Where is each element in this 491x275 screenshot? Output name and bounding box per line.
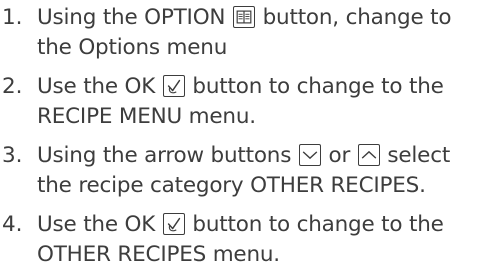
step-text: Use the OK xyxy=(37,212,162,237)
book-icon xyxy=(232,6,255,28)
arrow-up-icon xyxy=(357,144,380,166)
ok-check-icon xyxy=(162,75,185,97)
step-text-line-2: the Options menu xyxy=(37,35,228,60)
step-text: button to change to the xyxy=(185,74,444,99)
step-text: select xyxy=(380,143,451,168)
step-text: button to change to the xyxy=(185,212,444,237)
step-text-line-1: Use the OK button to change to the xyxy=(37,210,444,240)
step-text-line-2: OTHER RECIPES menu. xyxy=(37,242,280,267)
step-text-line-1: Use the OK button to change to the xyxy=(37,72,444,102)
step-text: Using the OPTION xyxy=(37,5,232,30)
step-text-line-1: Using the arrow buttons or select xyxy=(37,141,450,171)
step-number: 2. xyxy=(2,74,23,99)
instruction-steps: 1. Using the OPTION button, change to th… xyxy=(0,0,491,275)
arrow-down-icon xyxy=(298,144,321,166)
step-text: Using the arrow buttons xyxy=(37,143,298,168)
step-number: 4. xyxy=(2,212,23,237)
step-text: Use the OK xyxy=(37,74,162,99)
step-text-line-1: Using the OPTION button, change to xyxy=(37,3,452,33)
step-text: or xyxy=(321,143,357,168)
ok-check-icon xyxy=(162,213,185,235)
step-text-line-2: the recipe category OTHER RECIPES. xyxy=(37,173,426,198)
step-number: 3. xyxy=(2,143,23,168)
step-text-line-2: RECIPE MENU menu. xyxy=(37,104,256,129)
step-text: button, change to xyxy=(255,5,452,30)
step-number: 1. xyxy=(2,5,23,30)
